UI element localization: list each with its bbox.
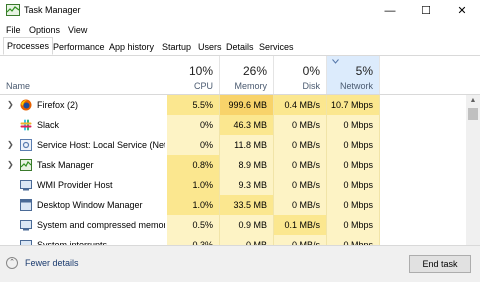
column-label-network: Network	[339, 81, 373, 91]
disk-value: 0 MB/s	[274, 175, 327, 195]
tab-performance[interactable]: Performance	[49, 38, 109, 54]
column-header-memory[interactable]: 26% Memory	[220, 56, 274, 94]
sort-chevron-down-icon	[332, 59, 339, 64]
dwm-icon	[20, 199, 32, 211]
tab-app-history[interactable]: App history	[105, 38, 158, 54]
cpu-value: 1.0%	[167, 195, 220, 215]
process-name: Service Host: Local Service (Net...	[37, 140, 165, 150]
tab-startup[interactable]: Startup	[158, 38, 195, 54]
fewer-details-link[interactable]: Fewer details	[25, 258, 79, 268]
network-value: 10.7 Mbps	[327, 95, 380, 115]
process-name: Slack	[37, 120, 60, 130]
cpu-value: 0.8%	[167, 155, 220, 175]
maximize-button[interactable]: ☐	[408, 0, 444, 22]
tab-bar: Processes Performance App history Startu…	[0, 37, 480, 56]
network-total-percent: 5%	[355, 64, 373, 78]
wmi-icon	[20, 180, 32, 191]
network-value: 0 Mbps	[327, 135, 380, 155]
expand-chevron-icon[interactable]: ❯	[7, 155, 14, 175]
memory-value: 33.5 MB	[220, 195, 274, 215]
column-label-cpu: CPU	[193, 81, 213, 91]
network-value: 0 Mbps	[327, 215, 380, 235]
column-header-disk[interactable]: 0% Disk	[274, 56, 327, 94]
column-label-name: Name	[6, 81, 31, 91]
close-icon: ✕	[457, 5, 467, 17]
process-row-wmi-provider-host[interactable]: WMI Provider Host 1.0% 9.3 MB 0 MB/s 0 M…	[0, 175, 466, 195]
process-name: WMI Provider Host	[37, 180, 113, 190]
system-icon	[20, 220, 32, 231]
menu-file[interactable]: File	[6, 25, 21, 35]
memory-value: 999.6 MB	[220, 95, 274, 115]
menu-view[interactable]: View	[68, 25, 87, 35]
process-row-slack[interactable]: Slack 0% 46.3 MB 0 MB/s 0 Mbps	[0, 115, 466, 135]
memory-value: 11.8 MB	[220, 135, 274, 155]
tab-processes[interactable]: Processes	[3, 37, 54, 55]
minimize-button[interactable]: —	[372, 0, 408, 22]
disk-value: 0 MB/s	[274, 155, 327, 175]
expand-chevron-icon[interactable]: ❯	[7, 95, 14, 115]
memory-value: 9.3 MB	[220, 175, 274, 195]
menu-options[interactable]: Options	[29, 25, 60, 35]
window-title: Task Manager	[24, 5, 81, 15]
cpu-value: 0.5%	[167, 215, 220, 235]
process-name: System and compressed memory	[37, 220, 165, 230]
scroll-up-arrow-icon[interactable]: ▲	[466, 95, 480, 107]
process-row-firefox[interactable]: ❯ Firefox (2) 5.5% 999.6 MB 0.4 MB/s 10.…	[0, 95, 466, 115]
column-header-name[interactable]: Name	[0, 56, 195, 94]
column-label-disk: Disk	[302, 81, 321, 91]
minimize-icon: —	[384, 5, 396, 17]
memory-total-percent: 26%	[242, 64, 267, 78]
disk-value: 0.1 MB/s	[274, 215, 327, 235]
cpu-total-percent: 10%	[188, 64, 213, 78]
cpu-value: 0%	[167, 135, 220, 155]
column-header-cpu[interactable]: 10% CPU	[167, 56, 220, 94]
process-row-service-host[interactable]: ❯ Service Host: Local Service (Net... 0%…	[0, 135, 466, 155]
disk-value: 0 MB/s	[274, 195, 327, 215]
disk-total-percent: 0%	[302, 64, 320, 78]
expand-chevron-icon[interactable]: ❯	[7, 135, 14, 155]
disk-value: 0 MB/s	[274, 135, 327, 155]
memory-value: 8.9 MB	[220, 155, 274, 175]
column-label-memory: Memory	[234, 81, 267, 91]
process-row-task-manager[interactable]: ❯ Task Manager 0.8% 8.9 MB 0 MB/s 0 Mbps	[0, 155, 466, 175]
tab-details[interactable]: Details	[222, 38, 258, 54]
cpu-value: 5.5%	[167, 95, 220, 115]
task-manager-icon	[6, 4, 20, 16]
network-value: 0 Mbps	[327, 115, 380, 135]
end-task-button[interactable]: End task	[409, 255, 471, 273]
network-value: 0 Mbps	[327, 175, 380, 195]
slack-icon	[20, 119, 32, 131]
column-header-network[interactable]: 5% Network	[327, 56, 380, 94]
disk-value: 0.4 MB/s	[274, 95, 327, 115]
memory-value: 0.9 MB	[220, 215, 274, 235]
chevron-up-circle-icon[interactable]: ⌃	[6, 257, 18, 269]
process-name: Desktop Window Manager	[37, 200, 143, 210]
disk-value: 0 MB/s	[274, 115, 327, 135]
process-row-desktop-window-manager[interactable]: Desktop Window Manager 1.0% 33.5 MB 0 MB…	[0, 195, 466, 215]
scrollbar-thumb[interactable]	[468, 108, 478, 120]
memory-value: 46.3 MB	[220, 115, 274, 135]
task-manager-icon	[20, 159, 32, 171]
cpu-value: 0%	[167, 115, 220, 135]
network-value: 0 Mbps	[327, 195, 380, 215]
tab-services[interactable]: Services	[255, 38, 298, 54]
cpu-value: 1.0%	[167, 175, 220, 195]
process-row-system-compressed-memory[interactable]: System and compressed memory 0.5% 0.9 MB…	[0, 215, 466, 235]
tab-users[interactable]: Users	[194, 38, 226, 54]
close-button[interactable]: ✕	[444, 0, 480, 22]
firefox-icon	[20, 99, 32, 111]
network-value: 0 Mbps	[327, 155, 380, 175]
maximize-icon: ☐	[421, 5, 431, 17]
process-name: Firefox (2)	[37, 100, 79, 110]
process-name: Task Manager	[37, 160, 94, 170]
service-host-icon	[20, 139, 32, 151]
